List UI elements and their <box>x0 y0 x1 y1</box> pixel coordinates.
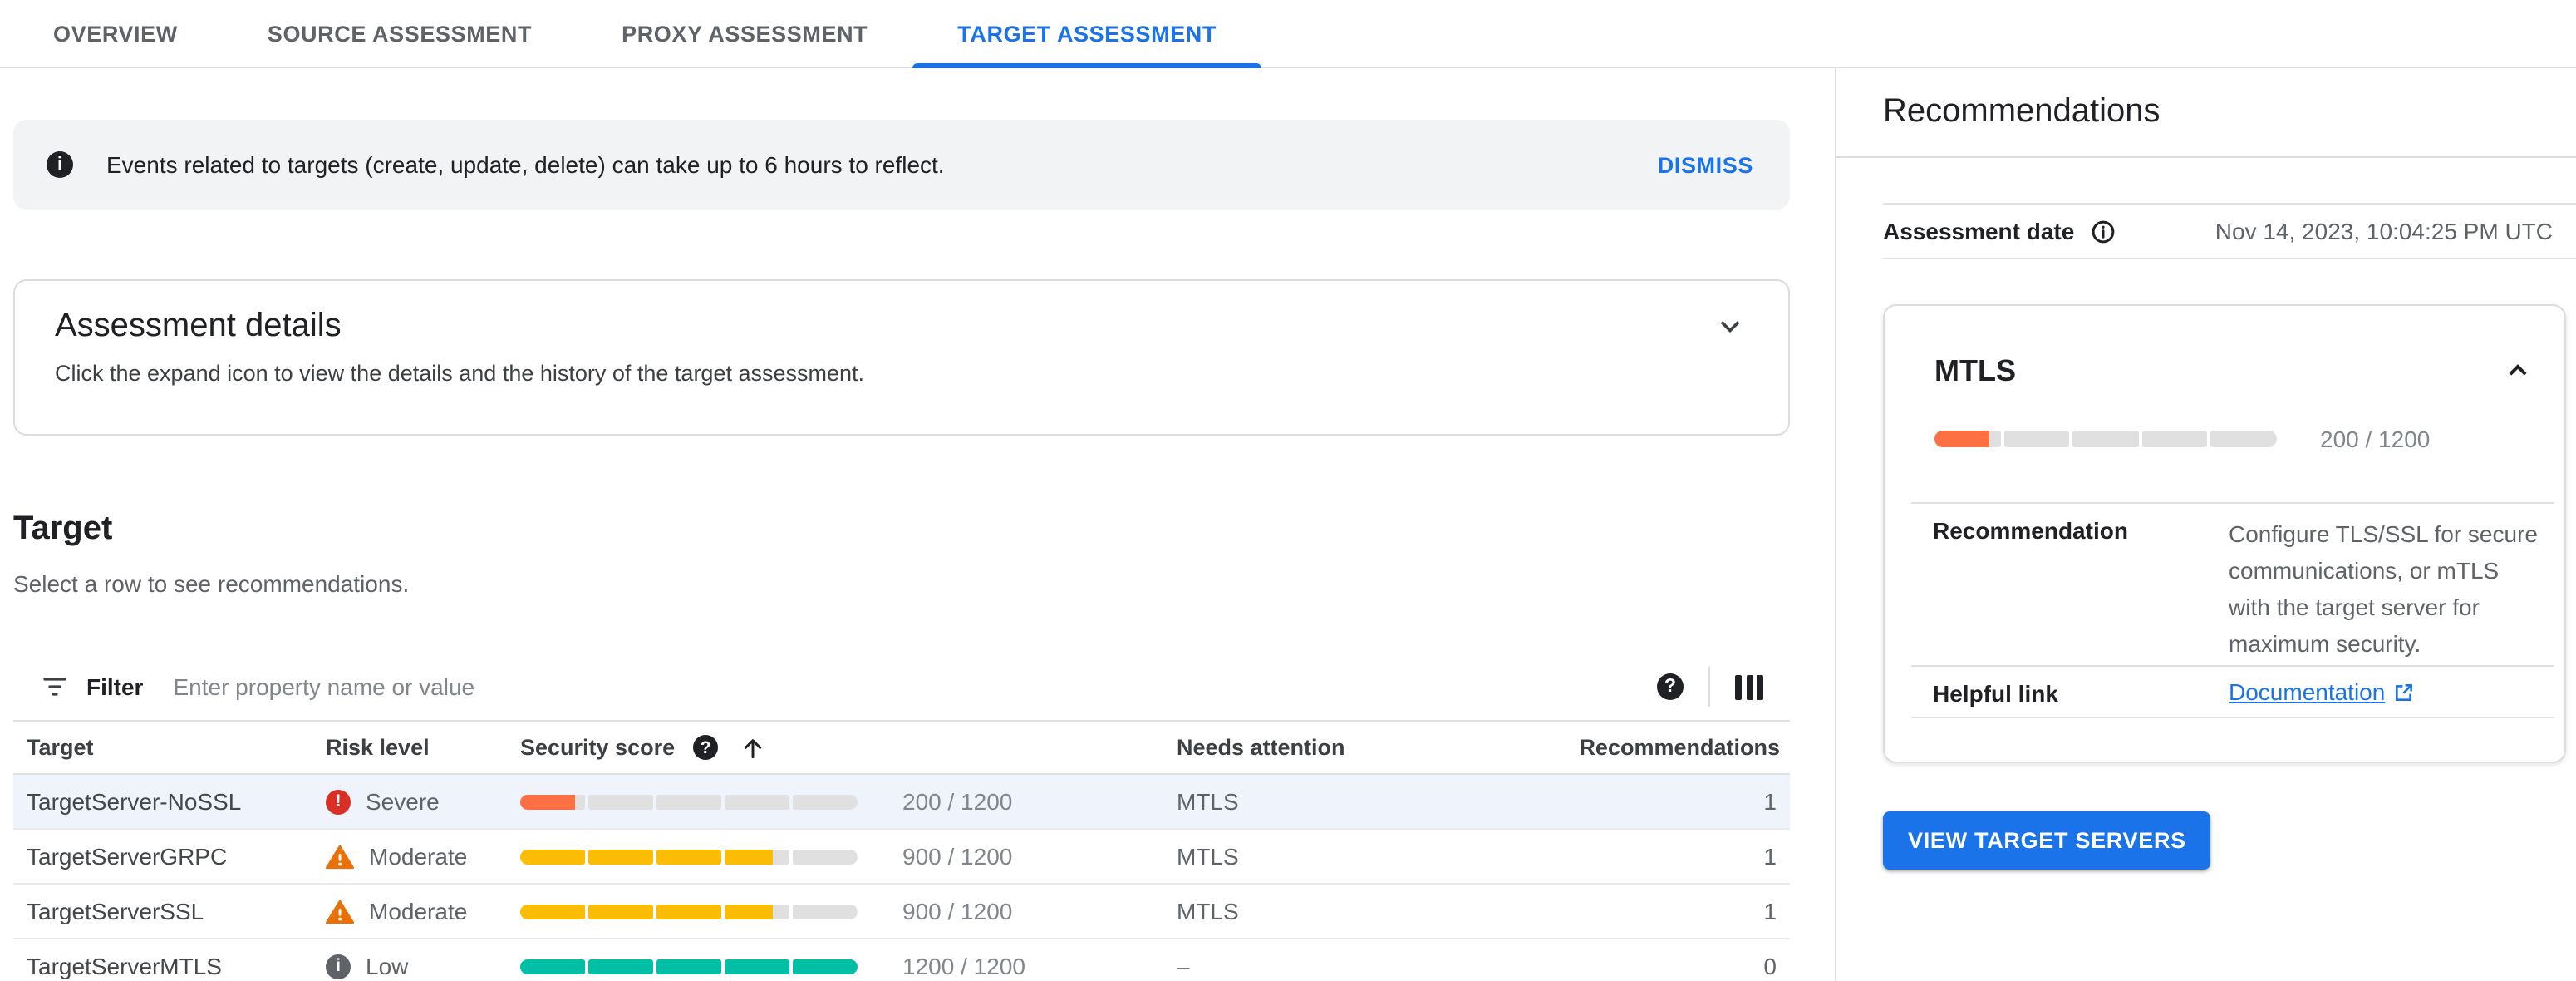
security-score-value: 1200 / 1200 <box>902 953 1025 979</box>
security-score-label: Security score <box>520 735 676 760</box>
security-score-value: 200 / 1200 <box>902 788 1013 815</box>
recommendation-label: Recommendation <box>1933 517 2128 544</box>
documentation-link[interactable]: Documentation <box>2229 673 2415 710</box>
assessment-details-subtitle: Click the expand icon to view the detail… <box>55 361 865 386</box>
column-header-recommendations: Recommendations <box>1579 735 1780 760</box>
table-row[interactable]: TargetServerGRPC Moderate 900 / 1200 MTL… <box>13 830 1790 885</box>
risk-level-label: Moderate <box>369 898 468 924</box>
mtls-recommendation-card: MTLS 200 / 1200 Recommendation Configure… <box>1883 304 2566 763</box>
column-header-security-score[interactable]: Security score ? <box>517 734 1163 761</box>
external-link-icon <box>2393 681 2415 702</box>
documentation-link-text: Documentation <box>2229 678 2386 705</box>
recommendation-text: Configure TLS/SSL for secure communicati… <box>2229 520 2538 657</box>
security-score-help-icon[interactable]: ? <box>693 735 719 760</box>
filter-input[interactable] <box>170 672 1657 702</box>
security-score-value: 900 / 1200 <box>902 843 1013 870</box>
target-name: TargetServer-NoSSL <box>27 788 242 815</box>
filter-label: Filter <box>86 673 144 700</box>
dismiss-button[interactable]: DISMISS <box>1648 150 1763 179</box>
column-header-risk-level: Risk level <box>326 735 430 760</box>
assessment-date-row: Assessment date Nov 14, 2023, 10:04:25 P… <box>1883 203 2576 259</box>
expand-button[interactable] <box>1712 308 1748 344</box>
moderate-risk-icon <box>326 897 354 925</box>
sort-ascending-icon[interactable] <box>740 734 766 761</box>
assessment-date-label: Assessment date <box>1883 218 2075 244</box>
column-header-target: Target <box>27 735 94 760</box>
recommendations-count: 1 <box>1763 843 1777 870</box>
target-section-title: Target <box>13 510 113 547</box>
column-settings-icon[interactable] <box>1735 674 1763 699</box>
table-header: Target Risk level Security score ? Needs… <box>13 720 1790 775</box>
helpful-link-label: Helpful link <box>1933 679 2058 706</box>
target-name: TargetServerGRPC <box>27 843 228 870</box>
assessment-details-card: Assessment details Click the expand icon… <box>13 279 1790 436</box>
recommendation-row: Recommendation Configure TLS/SSL for sec… <box>1885 504 2564 665</box>
target-section-subtitle: Select a row to see recommendations. <box>13 570 410 597</box>
toolbar-divider <box>1708 667 1710 707</box>
security-score-bar <box>520 959 858 974</box>
mtls-card-title: MTLS <box>1934 354 2016 387</box>
table-help-icon[interactable]: ? <box>1657 673 1684 700</box>
needs-attention-value: MTLS <box>1177 788 1239 815</box>
chevron-up-icon <box>2501 364 2534 392</box>
assessment-date-value: Nov 14, 2023, 10:04:25 PM UTC <box>2215 218 2553 244</box>
tab-source-assessment[interactable]: SOURCE ASSESSMENT <box>223 0 577 67</box>
mtls-score-value: 200 / 1200 <box>2320 426 2431 452</box>
filter-icon <box>40 672 70 702</box>
chevron-down-icon <box>1712 321 1748 349</box>
tab-target-assessment[interactable]: TARGET ASSESSMENT <box>912 0 1261 68</box>
low-risk-icon: i <box>326 954 351 979</box>
collapse-button[interactable] <box>2501 354 2534 387</box>
info-banner: i Events related to targets (create, upd… <box>13 120 1790 210</box>
recommendations-count: 1 <box>1763 898 1777 924</box>
risk-level-label: Severe <box>366 788 440 815</box>
needs-attention-value: MTLS <box>1177 843 1239 870</box>
assessment-details-title: Assessment details <box>55 308 342 344</box>
mtls-score-bar <box>1934 431 2277 447</box>
security-score-value: 900 / 1200 <box>902 898 1013 924</box>
column-header-needs-attention: Needs attention <box>1177 735 1345 760</box>
risk-level-label: Moderate <box>369 843 468 870</box>
filter-bar: Filter ? <box>0 653 1790 720</box>
needs-attention-value: – <box>1177 953 1190 979</box>
severe-risk-icon: ! <box>326 789 351 814</box>
main-content: i Events related to targets (create, upd… <box>0 68 1835 981</box>
tab-overview[interactable]: OVERVIEW <box>8 0 223 67</box>
panel-title: Recommendations <box>1883 93 2161 130</box>
table-row[interactable]: TargetServerMTLS i Low 1200 / 1200 – 0 <box>13 939 1790 981</box>
recommendations-count: 0 <box>1763 953 1777 979</box>
helpful-link-row: Helpful link Documentation <box>1885 667 2564 717</box>
security-score-bar <box>520 849 858 864</box>
table-row[interactable]: TargetServer-NoSSL ! Severe 200 / 1200 M… <box>13 775 1790 830</box>
moderate-risk-icon <box>326 842 354 870</box>
risk-level-label: Low <box>366 953 409 979</box>
security-score-bar <box>520 904 858 919</box>
tab-proxy-assessment[interactable]: PROXY ASSESSMENT <box>577 0 912 67</box>
table-row[interactable]: TargetServerSSL Moderate 900 / 1200 MTLS… <box>13 885 1790 939</box>
target-name: TargetServerMTLS <box>27 953 222 979</box>
target-assessment-page: OVERVIEW SOURCE ASSESSMENT PROXY ASSESSM… <box>0 0 2576 981</box>
card-divider <box>1911 717 2554 718</box>
view-target-servers-button[interactable]: VIEW TARGET SERVERS <box>1883 811 2211 870</box>
recommendations-count: 1 <box>1763 788 1777 815</box>
info-icon: i <box>47 151 73 178</box>
security-score-bar <box>520 794 858 809</box>
info-outline-icon[interactable] <box>2091 219 2116 244</box>
target-name: TargetServerSSL <box>27 898 204 924</box>
tab-bar: OVERVIEW SOURCE ASSESSMENT PROXY ASSESSM… <box>0 0 2576 68</box>
recommendations-panel: Recommendations Assessment date Nov 14, … <box>1836 68 2576 981</box>
needs-attention-value: MTLS <box>1177 898 1239 924</box>
banner-message: Events related to targets (create, updat… <box>106 151 945 178</box>
